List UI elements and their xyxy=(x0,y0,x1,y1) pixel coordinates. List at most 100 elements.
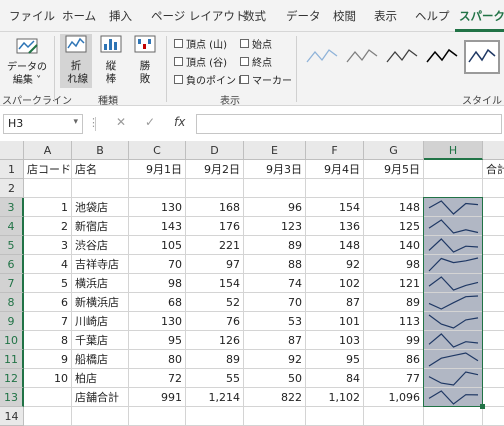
store-code-cell[interactable]: 1 xyxy=(24,198,72,217)
table-header-cell[interactable]: 9月5日 xyxy=(364,160,424,179)
checkbox-last-point[interactable]: 終点 xyxy=(240,54,272,69)
row-header-8[interactable]: 8 xyxy=(0,293,24,312)
checkbox-first-point[interactable]: 始点 xyxy=(240,36,272,51)
empty-cell[interactable] xyxy=(364,179,424,198)
row-header-9[interactable]: 9 xyxy=(0,312,24,331)
empty-cell[interactable] xyxy=(129,179,186,198)
sales-value-cell[interactable]: 148 xyxy=(364,198,424,217)
sales-value-cell[interactable]: 74 xyxy=(244,274,306,293)
sparkline-cell[interactable] xyxy=(424,274,483,293)
store-name-cell[interactable]: 店舗合計 xyxy=(72,388,129,407)
row-header-11[interactable]: 11 xyxy=(0,350,24,369)
sales-value-cell[interactable]: 121 xyxy=(364,274,424,293)
empty-cell[interactable] xyxy=(483,350,504,369)
empty-cell[interactable] xyxy=(483,388,504,407)
tab-data[interactable]: データ xyxy=(286,8,321,24)
edit-data-button[interactable]: データの 編集 ˅ xyxy=(6,35,48,87)
column-header-e[interactable]: E xyxy=(244,141,306,160)
sales-value-cell[interactable]: 96 xyxy=(244,198,306,217)
sales-value-cell[interactable]: 89 xyxy=(364,293,424,312)
store-code-cell[interactable]: 4 xyxy=(24,255,72,274)
checkbox-high-point[interactable]: 頂点 (山) xyxy=(174,36,227,51)
fill-handle[interactable] xyxy=(480,404,485,409)
store-name-cell[interactable]: 新宿店 xyxy=(72,217,129,236)
sales-value-cell[interactable]: 97 xyxy=(186,255,244,274)
row-header-2[interactable]: 2 xyxy=(0,179,24,198)
sales-value-cell[interactable]: 1,214 xyxy=(186,388,244,407)
cancel-icon[interactable]: ✕ xyxy=(116,115,126,129)
empty-cell[interactable] xyxy=(483,179,504,198)
sales-value-cell[interactable]: 88 xyxy=(244,255,306,274)
formula-input[interactable] xyxy=(196,114,502,134)
sales-value-cell[interactable]: 70 xyxy=(129,255,186,274)
store-code-cell[interactable]: 2 xyxy=(24,217,72,236)
sales-value-cell[interactable]: 143 xyxy=(129,217,186,236)
store-name-cell[interactable]: 池袋店 xyxy=(72,198,129,217)
sparkline-cell[interactable] xyxy=(424,369,483,388)
store-name-cell[interactable]: 吉祥寺店 xyxy=(72,255,129,274)
enter-icon[interactable]: ✓ xyxy=(145,115,155,129)
sales-value-cell[interactable]: 822 xyxy=(244,388,306,407)
sales-value-cell[interactable]: 140 xyxy=(364,236,424,255)
sales-value-cell[interactable]: 55 xyxy=(186,369,244,388)
row-header-7[interactable]: 7 xyxy=(0,274,24,293)
table-header-cell[interactable]: 店コード xyxy=(24,160,72,179)
tab-insert[interactable]: 挿入 xyxy=(109,8,132,24)
empty-cell[interactable] xyxy=(483,236,504,255)
sales-value-cell[interactable]: 50 xyxy=(244,369,306,388)
checkbox-low-point[interactable]: 頂点 (谷) xyxy=(174,54,227,69)
sales-value-cell[interactable]: 105 xyxy=(129,236,186,255)
sales-value-cell[interactable]: 77 xyxy=(364,369,424,388)
row-header-6[interactable]: 6 xyxy=(0,255,24,274)
sparkline-cell[interactable] xyxy=(424,236,483,255)
sales-value-cell[interactable]: 95 xyxy=(129,331,186,350)
table-header-cell[interactable]: 9月3日 xyxy=(244,160,306,179)
row-header-12[interactable]: 12 xyxy=(0,369,24,388)
row-header-4[interactable]: 4 xyxy=(0,217,24,236)
sales-value-cell[interactable]: 136 xyxy=(306,217,364,236)
tab-view[interactable]: 表示 xyxy=(374,8,397,24)
column-header-f[interactable]: F xyxy=(306,141,364,160)
tab-file[interactable]: ファイル xyxy=(9,8,55,24)
table-header-cell[interactable] xyxy=(424,160,483,179)
sales-value-cell[interactable]: 98 xyxy=(129,274,186,293)
table-header-cell[interactable]: 9月1日 xyxy=(129,160,186,179)
empty-cell[interactable] xyxy=(306,179,364,198)
sales-value-cell[interactable]: 123 xyxy=(244,217,306,236)
empty-cell[interactable] xyxy=(483,198,504,217)
empty-cell[interactable] xyxy=(483,293,504,312)
sales-value-cell[interactable]: 1,102 xyxy=(306,388,364,407)
store-code-cell[interactable]: 9 xyxy=(24,350,72,369)
store-code-cell[interactable]: 10 xyxy=(24,369,72,388)
store-code-cell[interactable]: 6 xyxy=(24,293,72,312)
table-header-cell[interactable]: 9月2日 xyxy=(186,160,244,179)
column-header-h[interactable]: H xyxy=(424,141,483,160)
column-header-d[interactable]: D xyxy=(186,141,244,160)
store-code-cell[interactable]: 7 xyxy=(24,312,72,331)
row-header-13[interactable]: 13 xyxy=(0,388,24,407)
empty-cell[interactable] xyxy=(24,179,72,198)
sales-value-cell[interactable]: 101 xyxy=(306,312,364,331)
sales-value-cell[interactable]: 176 xyxy=(186,217,244,236)
select-all-corner[interactable] xyxy=(0,141,24,160)
empty-cell[interactable] xyxy=(483,312,504,331)
table-header-cell[interactable]: 9月4日 xyxy=(306,160,364,179)
sales-value-cell[interactable]: 1,096 xyxy=(364,388,424,407)
sparkline-cell[interactable] xyxy=(424,388,483,407)
row-header-10[interactable]: 10 xyxy=(0,331,24,350)
empty-cell[interactable] xyxy=(483,331,504,350)
sales-value-cell[interactable]: 84 xyxy=(306,369,364,388)
sparkline-cell[interactable] xyxy=(424,255,483,274)
chevron-down-icon[interactable]: ▾ xyxy=(73,117,78,127)
column-header-a[interactable]: A xyxy=(24,141,72,160)
table-header-cell[interactable]: 合計 xyxy=(483,160,504,179)
winloss-type-button[interactable]: 勝 敗 xyxy=(130,34,160,88)
empty-cell[interactable] xyxy=(483,369,504,388)
style-option-4[interactable] xyxy=(424,40,460,74)
sales-value-cell[interactable]: 87 xyxy=(306,293,364,312)
column-header-b[interactable]: B xyxy=(72,141,129,160)
empty-cell[interactable] xyxy=(186,179,244,198)
tab-formulas[interactable]: 数式 xyxy=(243,8,266,24)
sales-value-cell[interactable]: 87 xyxy=(244,331,306,350)
style-option-2[interactable] xyxy=(344,40,380,74)
